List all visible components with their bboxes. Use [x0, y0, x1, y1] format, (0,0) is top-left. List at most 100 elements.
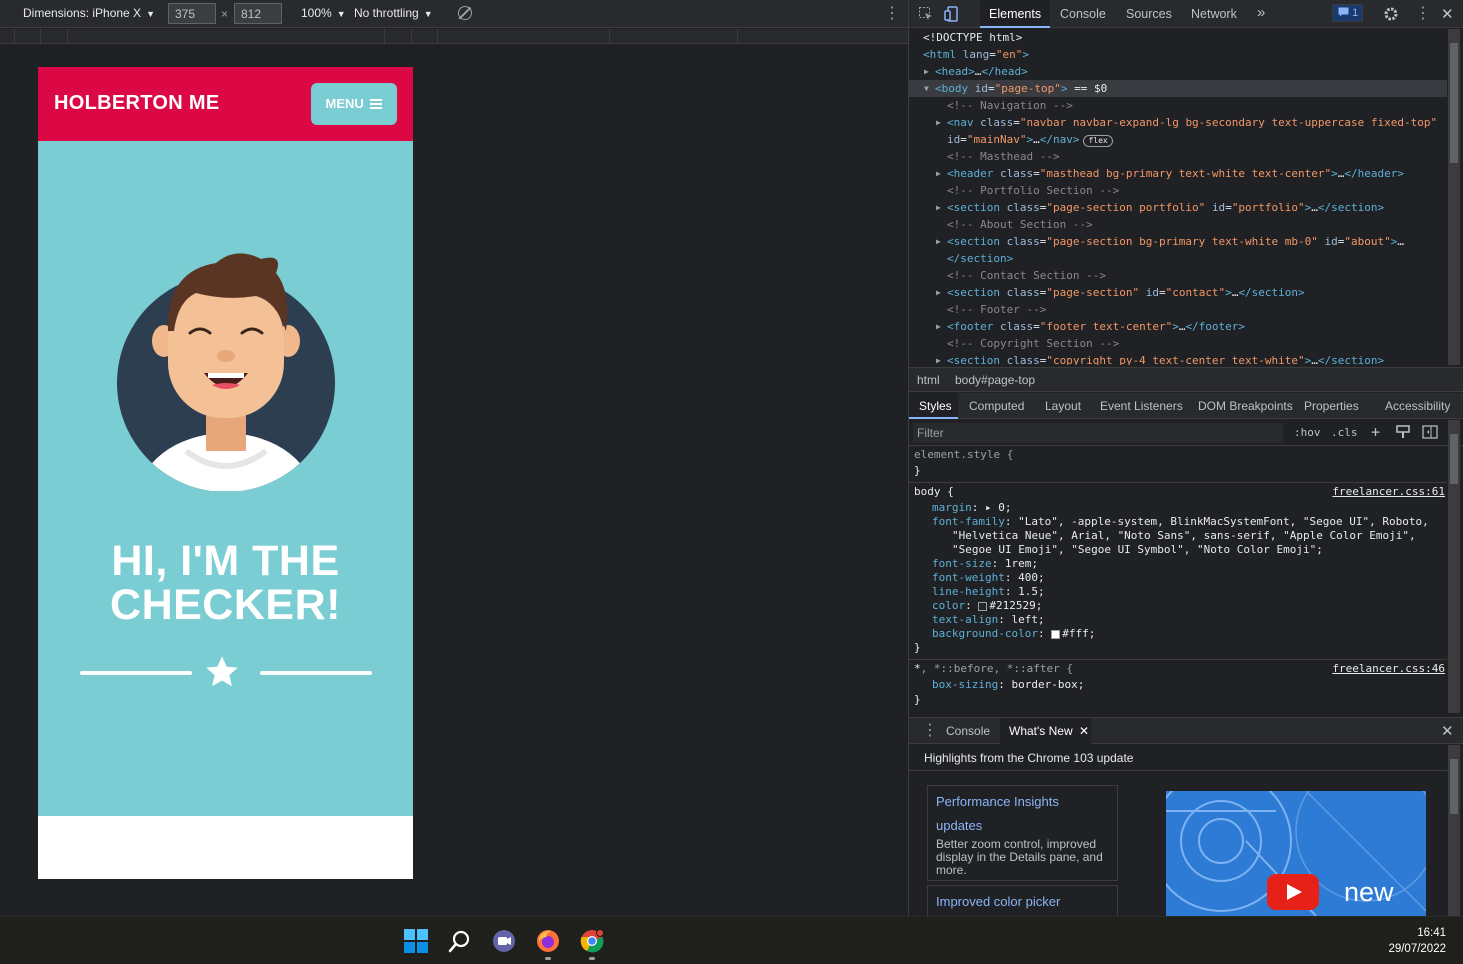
css-declaration[interactable]: margin: ▸ 0;: [932, 501, 1012, 515]
universal-rule-source-link[interactable]: freelancer.css:46: [1332, 662, 1445, 675]
hov-toggle[interactable]: :hov: [1294, 426, 1321, 439]
firefox-icon[interactable]: [535, 928, 561, 954]
chrome-icon[interactable]: [579, 928, 605, 954]
tab-elements[interactable]: Elements: [989, 7, 1041, 21]
css-declaration[interactable]: text-align: left;: [932, 613, 1045, 627]
css-declaration[interactable]: "Helvetica Neue", Arial, "Noto Sans", sa…: [952, 529, 1416, 543]
styles-filter-input[interactable]: Filter: [913, 423, 1283, 443]
device-select[interactable]: Dimensions: iPhone X ▼: [23, 6, 155, 20]
color-swatch[interactable]: [1051, 629, 1061, 639]
menu-button[interactable]: MENU: [311, 83, 397, 125]
windows-start-icon[interactable]: [403, 928, 429, 954]
drawer-tab-console[interactable]: Console: [946, 724, 990, 738]
dom-node-line[interactable]: <!DOCTYPE html>: [909, 29, 1447, 46]
teams-chat-icon[interactable]: [491, 928, 517, 954]
expand-arrow-icon[interactable]: ▶: [936, 199, 941, 216]
inspect-element-icon[interactable]: [918, 6, 934, 22]
issues-badge[interactable]: 1: [1332, 4, 1363, 22]
close-tab-icon[interactable]: ✕: [1079, 724, 1089, 738]
dom-node-line[interactable]: <!-- Copyright Section -->: [909, 335, 1447, 352]
dom-node-line[interactable]: ▶ <section class = "page-section portfolio"…: [909, 199, 1447, 216]
expand-arrow-icon[interactable]: ▶: [936, 233, 941, 250]
settings-gear-icon[interactable]: [1383, 6, 1399, 22]
expand-arrow-icon[interactable]: ▶: [936, 114, 941, 131]
dom-node-line[interactable]: <!-- Portfolio Section -->: [909, 182, 1447, 199]
tab-event-listeners[interactable]: Event Listeners: [1100, 399, 1183, 413]
feature-card-title[interactable]: Performance Insights: [936, 790, 1109, 814]
dom-node-line[interactable]: <html lang="en">: [909, 46, 1447, 63]
flex-badge[interactable]: flex: [1083, 135, 1113, 147]
dom-node-line[interactable]: ▼ <body id="page-top"> == $0: [909, 80, 1447, 97]
more-tabs-icon[interactable]: »: [1257, 4, 1265, 21]
dom-node-line[interactable]: <!-- About Section -->: [909, 216, 1447, 233]
paint-brush-icon[interactable]: [1396, 425, 1410, 439]
css-declaration[interactable]: "Segoe UI Emoji", "Segoe UI Symbol", "No…: [952, 543, 1323, 557]
dom-node-line[interactable]: <!-- Footer -->: [909, 301, 1447, 318]
css-declaration[interactable]: font-weight: 400;: [932, 571, 1045, 585]
width-input[interactable]: 375: [168, 3, 216, 24]
css-declaration[interactable]: background-color: #fff;: [932, 627, 1095, 641]
dom-node-line[interactable]: <!-- Contact Section -->: [909, 267, 1447, 284]
dom-node-line[interactable]: ▶ <section class="copyright py-4 text-cen…: [909, 352, 1447, 365]
universal-rule-selector[interactable]: *, *::before, *::after {: [914, 662, 1073, 676]
tab-computed[interactable]: Computed: [969, 399, 1024, 413]
site-brand[interactable]: HOLBERTON ME: [54, 92, 219, 115]
dom-node-line[interactable]: <!-- Navigation -->: [909, 97, 1447, 114]
close-drawer-icon[interactable]: ✕: [1441, 722, 1454, 740]
dom-node-line[interactable]: ▶ <footer class="footer text-center">…</f…: [909, 318, 1447, 335]
feature-card[interactable]: Improved color picker: [927, 885, 1118, 916]
dom-node-line[interactable]: ▶ <section class="page-section bg-primary…: [909, 233, 1447, 250]
tab-sources[interactable]: Sources: [1126, 7, 1172, 21]
tab-dom-breakpoints[interactable]: DOM Breakpoints: [1198, 399, 1293, 413]
expand-arrow-icon[interactable]: ▼: [924, 80, 929, 97]
dom-scrollbar[interactable]: [1448, 29, 1460, 365]
device-toggle-icon[interactable]: [944, 6, 960, 22]
box-sizing-declaration[interactable]: box-sizing: border-box;: [932, 678, 1084, 692]
css-declaration[interactable]: font-size: 1rem;: [932, 557, 1038, 571]
tab-layout[interactable]: Layout: [1045, 399, 1081, 413]
dom-node-line[interactable]: ▶ <nav class="navbar navbar-expand-lg bg-…: [909, 114, 1447, 131]
tab-network[interactable]: Network: [1191, 7, 1237, 21]
dom-node-line[interactable]: ▶ <section class="page-section" id="conta…: [909, 284, 1447, 301]
tab-properties[interactable]: Properties: [1304, 399, 1359, 413]
drawer-tab-whats-new[interactable]: What's New ✕: [1009, 724, 1089, 738]
element-style-selector[interactable]: element.style {: [914, 448, 1013, 462]
expand-arrow-icon[interactable]: ▶: [936, 352, 941, 365]
expand-arrow-icon[interactable]: ▶: [936, 165, 941, 182]
search-icon[interactable]: [447, 928, 473, 954]
feature-card-title-cont[interactable]: updates: [936, 814, 1109, 838]
rotate-icon[interactable]: [458, 6, 472, 20]
drawer-scrollbar[interactable]: [1448, 745, 1460, 916]
color-swatch[interactable]: [978, 601, 988, 611]
css-declaration[interactable]: font-family: "Lato", -apple-system, Blin…: [932, 515, 1429, 529]
tab-accessibility[interactable]: Accessibility: [1385, 399, 1450, 413]
new-style-rule-icon[interactable]: +: [1371, 423, 1380, 441]
expand-arrow-icon[interactable]: ▶: [936, 318, 941, 335]
youtube-play-icon[interactable]: [1267, 874, 1319, 910]
tab-console[interactable]: Console: [1060, 7, 1106, 21]
throttling-select[interactable]: No throttling ▼: [354, 6, 433, 20]
expand-arrow-icon[interactable]: ▶: [924, 63, 929, 80]
body-rule-selector[interactable]: body {: [914, 485, 954, 499]
breadcrumb-html[interactable]: html: [917, 373, 940, 387]
breadcrumb-body[interactable]: body#page-top: [955, 373, 1035, 387]
cls-toggle[interactable]: .cls: [1331, 426, 1358, 439]
tab-styles[interactable]: Styles: [919, 399, 952, 413]
media-query-ruler[interactable]: [0, 29, 908, 44]
more-options-icon[interactable]: ⋮: [884, 6, 900, 22]
dom-node-line[interactable]: id="mainNav">…</nav> flex: [909, 131, 1447, 148]
css-declaration[interactable]: color: #212529;: [932, 599, 1042, 613]
dom-node-line[interactable]: ▶ <head>…</head>: [909, 63, 1447, 80]
styles-scrollbar[interactable]: [1448, 420, 1460, 713]
feature-card[interactable]: Performance Insights updates Better zoom…: [927, 785, 1118, 881]
expand-arrow-icon[interactable]: ▶: [936, 284, 941, 301]
zoom-select[interactable]: 100% ▼: [301, 6, 346, 20]
system-clock[interactable]: 16:41 29/07/2022: [1388, 925, 1446, 957]
close-devtools-icon[interactable]: ✕: [1441, 5, 1454, 23]
dom-node-line[interactable]: </section>: [909, 250, 1447, 267]
dom-tree[interactable]: <!DOCTYPE html> <html lang="en"> ▶ <head>…<…: [909, 29, 1447, 365]
body-rule-source-link[interactable]: freelancer.css:61: [1332, 485, 1445, 498]
whats-new-video-thumbnail[interactable]: new: [1166, 791, 1426, 916]
drawer-menu-icon[interactable]: ⋮: [922, 723, 938, 739]
dom-node-line[interactable]: <!-- Masthead -->: [909, 148, 1447, 165]
